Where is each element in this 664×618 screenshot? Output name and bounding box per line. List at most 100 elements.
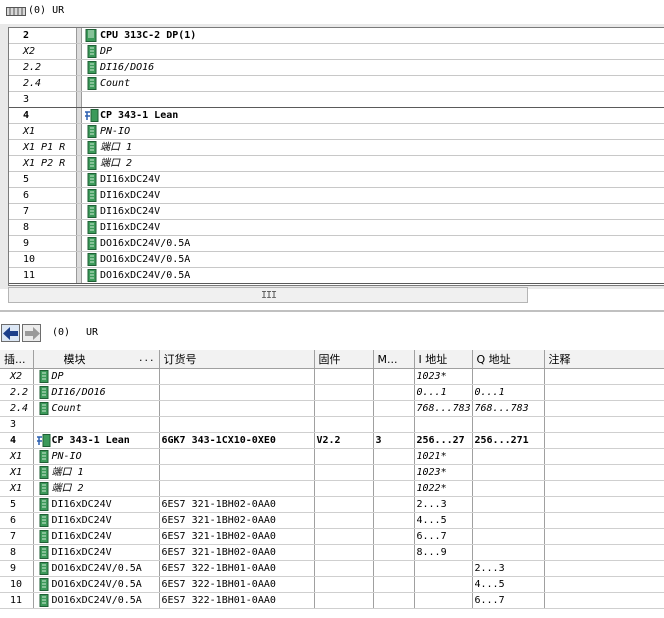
table-row[interactable]: X1 PN-IO 1021* [0,448,664,465]
module-cell[interactable]: DI16xDC24V [33,512,160,529]
mpi-cell[interactable] [373,528,415,545]
rack-row[interactable]: X2 DP [9,44,664,60]
slot-cell[interactable]: X1 [0,480,34,497]
rack-row[interactable]: 2.2 DI16/DO16 [9,60,664,76]
rack-module-cell[interactable]: DO16xDC24V/0.5A [81,236,664,251]
q-address-cell[interactable] [472,544,545,561]
rack-row[interactable]: X1 P1 R 端口 1 [9,140,664,156]
column-header-comment[interactable]: 注释 [544,350,664,369]
mpi-cell[interactable] [373,544,415,561]
table-row[interactable]: 6 DI16xDC24V 6ES7 321-1BH02-0AA0 4...5 [0,512,664,529]
i-address-cell[interactable] [414,576,473,593]
mpi-cell[interactable] [373,560,415,577]
i-address-cell[interactable] [414,416,473,433]
column-header-order-number[interactable]: 订货号 [159,350,315,369]
comment-cell[interactable] [544,512,664,529]
i-address-cell[interactable]: 4...5 [414,512,473,529]
order-number-cell[interactable]: 6ES7 321-1BH02-0AA0 [159,528,315,545]
comment-cell[interactable] [544,464,664,481]
slot-cell[interactable]: 7 [0,528,34,545]
rack-row[interactable]: 7 DI16xDC24V [9,204,664,220]
mpi-cell[interactable] [373,480,415,497]
table-row[interactable]: 5 DI16xDC24V 6ES7 321-1BH02-0AA0 2...3 [0,496,664,513]
rack-module-cell[interactable]: DI16xDC24V [81,188,664,203]
rack-module-cell[interactable]: Count [81,76,664,91]
q-address-cell[interactable] [472,480,545,497]
rack-module-cell[interactable]: CPU 313C-2 DP(1) [81,28,664,43]
slot-cell[interactable]: 3 [0,416,34,433]
order-number-cell[interactable]: 6GK7 343-1CX10-0XE0 [159,432,315,449]
slot-cell[interactable]: 10 [0,576,34,593]
rack-module-cell[interactable]: DI16xDC24V [81,204,664,219]
back-button[interactable] [1,324,20,342]
table-row[interactable]: X1 端口 1 1023* [0,464,664,481]
table-row[interactable]: 2.4 Count 768...783 768...783 [0,400,664,417]
rack-row[interactable]: 8 DI16xDC24V [9,220,664,236]
order-number-cell[interactable]: 6ES7 321-1BH02-0AA0 [159,512,315,529]
order-number-cell[interactable]: 6ES7 321-1BH02-0AA0 [159,496,315,513]
rack-module-cell[interactable]: DO16xDC24V/0.5A [81,268,664,283]
q-address-cell[interactable]: 2...3 [472,560,545,577]
i-address-cell[interactable] [414,560,473,577]
firmware-cell[interactable] [314,576,374,593]
mpi-cell[interactable] [373,368,415,385]
rack-module-cell[interactable]: CP 343-1 Lean [81,108,664,123]
scrollbar-grip[interactable]: III [261,290,277,301]
comment-cell[interactable] [544,480,664,497]
slot-cell[interactable]: X2 [0,368,34,385]
column-header-slot[interactable]: 插... [0,350,34,369]
mpi-cell[interactable] [373,400,415,417]
comment-cell[interactable] [544,384,664,401]
order-number-cell[interactable] [159,368,315,385]
rack-row[interactable]: 11 DO16xDC24V/0.5A [9,268,664,284]
order-number-cell[interactable] [159,464,315,481]
rack-row[interactable]: X1 PN-IO [9,124,664,140]
i-address-cell[interactable]: 8...9 [414,544,473,561]
q-address-cell[interactable]: 0...1 [472,384,545,401]
rack-module-cell[interactable]: DP [81,44,664,59]
order-number-cell[interactable]: 6ES7 322-1BH01-0AA0 [159,576,315,593]
module-cell[interactable]: 端口 2 [33,480,160,497]
q-address-cell[interactable]: 768...783 [472,400,545,417]
slot-cell[interactable]: X1 [0,464,34,481]
rack-row[interactable]: 4 CP 343-1 Lean [9,108,664,124]
slot-cell[interactable]: 2.2 [0,384,34,401]
comment-cell[interactable] [544,592,664,609]
module-cell[interactable]: DP [33,368,160,385]
table-row[interactable]: 11 DO16xDC24V/0.5A 6ES7 322-1BH01-0AA0 6...… [0,592,664,609]
q-address-cell[interactable] [472,528,545,545]
q-address-cell[interactable] [472,496,545,513]
q-address-cell[interactable]: 4...5 [472,576,545,593]
i-address-cell[interactable]: 1021* [414,448,473,465]
firmware-cell[interactable] [314,384,374,401]
column-header-q-address[interactable]: Q 地址 [472,350,545,369]
column-header-mpi[interactable]: M... [373,350,415,369]
module-cell[interactable]: DO16xDC24V/0.5A [33,560,160,577]
module-cell[interactable]: DI16xDC24V [33,528,160,545]
rack-row[interactable]: 2.4 Count [9,76,664,92]
i-address-cell[interactable]: 1023* [414,464,473,481]
comment-cell[interactable] [544,560,664,577]
mpi-cell[interactable]: 3 [373,432,415,449]
slot-cell[interactable]: 6 [0,512,34,529]
rack-row[interactable]: 5 DI16xDC24V [9,172,664,188]
column-header-module[interactable]: 模块 ... [33,350,160,369]
order-number-cell[interactable]: 6ES7 322-1BH01-0AA0 [159,560,315,577]
rack-module-cell[interactable]: 端口 1 [81,140,664,155]
firmware-cell[interactable] [314,416,374,433]
mpi-cell[interactable] [373,592,415,609]
rack-module-cell[interactable]: 端口 2 [81,156,664,171]
module-cell[interactable]: DO16xDC24V/0.5A [33,592,160,609]
firmware-cell[interactable] [314,544,374,561]
firmware-cell[interactable] [314,512,374,529]
module-cell[interactable]: DI16/DO16 [33,384,160,401]
firmware-cell[interactable] [314,528,374,545]
table-row[interactable]: X1 端口 2 1022* [0,480,664,497]
i-address-cell[interactable]: 256...27 [414,432,473,449]
module-cell[interactable] [33,416,160,433]
order-number-cell[interactable] [159,416,315,433]
order-number-cell[interactable]: 6ES7 321-1BH02-0AA0 [159,544,315,561]
q-address-cell[interactable] [472,448,545,465]
comment-cell[interactable] [544,528,664,545]
slot-cell[interactable]: 8 [0,544,34,561]
